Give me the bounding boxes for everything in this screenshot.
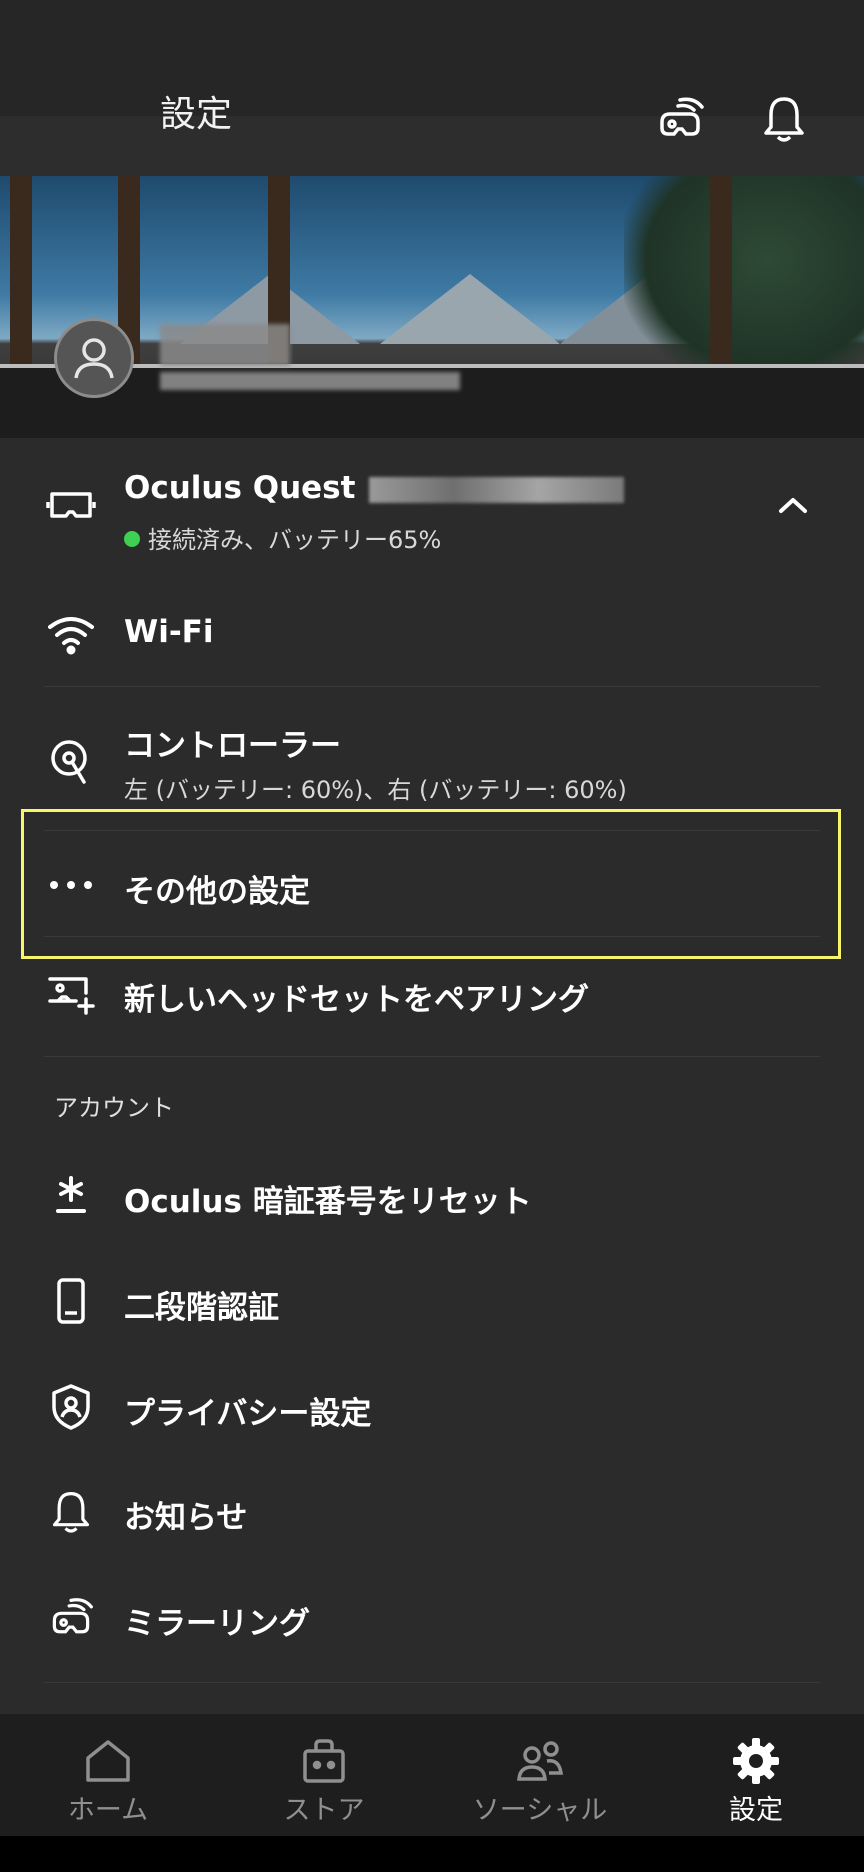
highlight-box (21, 809, 841, 959)
store-bag-icon (299, 1736, 349, 1786)
bell-icon (44, 1484, 98, 1538)
system-gesture-bar (0, 1836, 864, 1872)
asterisk-icon (44, 1168, 98, 1222)
app-bar (0, 116, 864, 176)
mirroring-row[interactable]: ミラーリング (0, 1568, 864, 1668)
user-icon (74, 338, 114, 379)
reset-pin-row[interactable]: Oculus 暗証番号をリセット (0, 1146, 864, 1246)
bell-icon[interactable] (754, 88, 814, 148)
device-row[interactable]: Oculus Quest 接続済み、バッテリー65% (0, 440, 864, 570)
notifications-row[interactable]: お知らせ (0, 1462, 864, 1562)
privacy-row[interactable]: プライバシー設定 (0, 1358, 864, 1458)
pair-headset-row[interactable]: 新しいヘッドセットをペアリング (0, 944, 864, 1044)
two-factor-row[interactable]: 二段階認証 (0, 1252, 864, 1352)
profile-cover-image (0, 176, 864, 438)
bottom-navigation: ホーム ストア ソーシャル 設定 (0, 1714, 864, 1836)
blurred-serial (369, 476, 625, 503)
controller-icon (44, 736, 98, 790)
page-title: 設定 (160, 94, 233, 135)
blurred-user-details (160, 372, 460, 390)
chevron-up-icon[interactable] (766, 488, 820, 522)
divider (44, 1056, 820, 1057)
headset-cast-icon (44, 1590, 98, 1644)
wifi-row[interactable]: Wi-Fi (0, 588, 864, 686)
home-icon (83, 1736, 133, 1786)
divider (44, 1682, 820, 1683)
device-status: 接続済み、バッテリー65% (148, 526, 442, 554)
avatar[interactable] (54, 318, 134, 398)
nav-home[interactable]: ホーム (0, 1714, 216, 1836)
people-icon (515, 1736, 565, 1786)
blurred-username (160, 324, 290, 366)
headset-cast-icon[interactable] (650, 88, 710, 148)
wifi-icon (44, 608, 98, 662)
nav-social[interactable]: ソーシャル (432, 1714, 648, 1836)
shield-user-icon (44, 1380, 98, 1434)
wifi-label: Wi-Fi (124, 614, 214, 650)
headset-icon (44, 478, 98, 532)
headset-add-icon (44, 966, 98, 1020)
phone-icon (44, 1274, 98, 1328)
device-name: Oculus Quest (124, 470, 356, 506)
pair-headset-label: 新しいヘッドセットをペアリング (124, 982, 589, 1018)
connection-status-dot (124, 531, 140, 547)
gear-icon (731, 1736, 781, 1786)
nav-store-label: ストア (283, 1795, 365, 1826)
notifications-label: お知らせ (124, 1500, 248, 1536)
controller-status: 左 (バッテリー: 60%)、右 (バッテリー: 60%) (124, 776, 627, 804)
controller-label: コントローラー (124, 728, 341, 764)
mirroring-label: ミラーリング (124, 1606, 310, 1642)
nav-social-label: ソーシャル (472, 1795, 608, 1826)
nav-home-label: ホーム (67, 1795, 149, 1826)
account-section-title: アカウント (54, 1094, 174, 1122)
nav-store[interactable]: ストア (216, 1714, 432, 1836)
divider (44, 686, 820, 687)
two-factor-label: 二段階認証 (124, 1290, 279, 1326)
nav-settings-label: 設定 (729, 1795, 783, 1826)
status-bar (0, 0, 864, 116)
nav-settings[interactable]: 設定 (648, 1714, 864, 1836)
privacy-label: プライバシー設定 (124, 1396, 372, 1432)
reset-pin-label: Oculus 暗証番号をリセット (124, 1184, 532, 1220)
